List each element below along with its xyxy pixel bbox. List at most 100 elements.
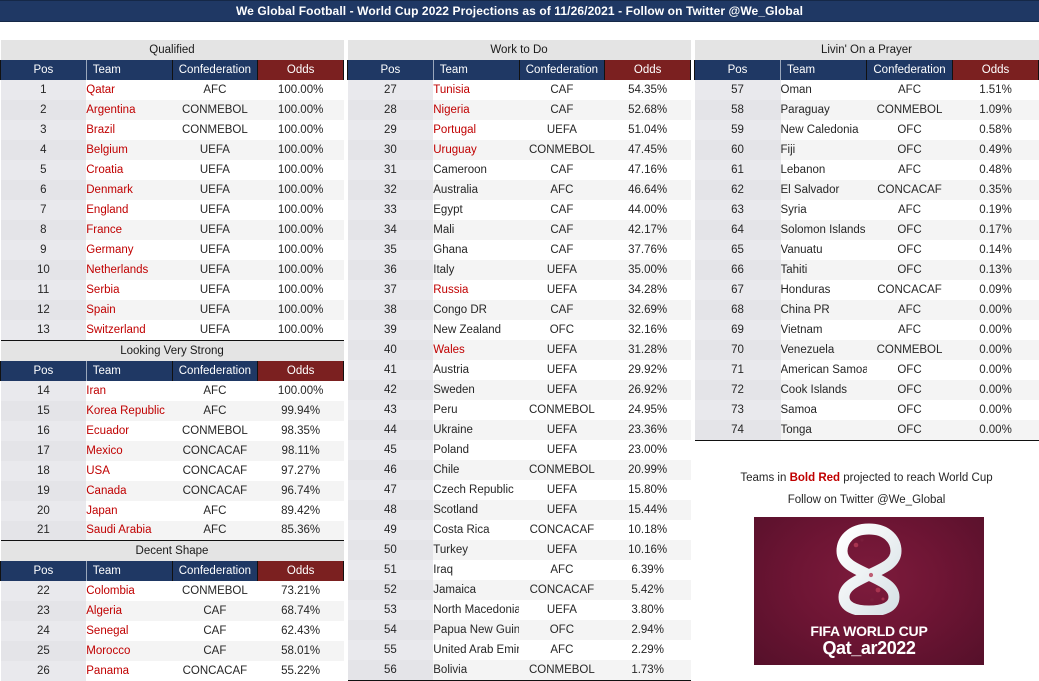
header-odds[interactable]: Odds <box>257 60 344 80</box>
header-team[interactable]: Team <box>85 561 172 581</box>
table-row[interactable]: 63 Syria AFC 0.19% <box>694 200 1039 220</box>
table-row[interactable]: 73 Samoa OFC 0.00% <box>694 400 1039 420</box>
table-row[interactable]: 66 Tahiti OFC 0.13% <box>694 260 1039 280</box>
header-pos[interactable]: Pos <box>347 60 434 80</box>
table-row[interactable]: 23 Algeria CAF 68.74% <box>0 601 344 621</box>
header-odds[interactable]: Odds <box>952 60 1039 80</box>
table-row[interactable]: 50 Turkey UEFA 10.16% <box>347 540 691 560</box>
header-team[interactable]: Team <box>85 360 172 381</box>
table-row[interactable]: 9 Germany UEFA 100.00% <box>0 240 344 260</box>
table-row[interactable]: 28 Nigeria CAF 52.68% <box>347 100 691 120</box>
table-row[interactable]: 15 Korea Republic AFC 99.94% <box>0 400 344 421</box>
table-row[interactable]: 13 Switzerland UEFA 100.00% <box>0 320 344 341</box>
header-team[interactable]: Team <box>85 60 172 80</box>
table-row[interactable]: 4 Belgium UEFA 100.00% <box>0 140 344 160</box>
header-confederation[interactable]: Confederation <box>518 60 605 80</box>
table-row[interactable]: 57 Oman AFC 1.51% <box>694 80 1039 100</box>
table-row[interactable]: 14 Iran AFC 100.00% <box>0 380 344 401</box>
table-row[interactable]: 58 Paraguay CONMEBOL 1.09% <box>694 100 1039 120</box>
table-row[interactable]: 33 Egypt CAF 44.00% <box>347 200 691 220</box>
table-row[interactable]: 48 Scotland UEFA 15.44% <box>347 500 691 520</box>
header-confederation[interactable]: Confederation <box>171 60 258 80</box>
header-pos[interactable]: Pos <box>0 360 87 381</box>
cell-confederation: CAF <box>550 164 574 176</box>
table-row[interactable]: 19 Canada CONCACAF 96.74% <box>0 480 344 501</box>
table-row[interactable]: 41 Austria UEFA 29.92% <box>347 360 691 380</box>
table-row[interactable]: 55United Arab Emirates AFC 2.29% <box>347 640 691 660</box>
table-row[interactable]: 20 Japan AFC 89.42% <box>0 500 344 521</box>
header-confederation[interactable]: Confederation <box>171 360 258 381</box>
table-row[interactable]: 68 China PR AFC 0.00% <box>694 300 1039 320</box>
table-row[interactable]: 38 Congo DR CAF 32.69% <box>347 300 691 320</box>
header-pos[interactable]: Pos <box>694 60 781 80</box>
table-row[interactable]: 8 France UEFA 100.00% <box>0 220 344 240</box>
table-row[interactable]: 46 Chile CONMEBOL 20.99% <box>347 460 691 480</box>
table-row[interactable]: 43 Peru CONMEBOL 24.95% <box>347 400 691 420</box>
table-row[interactable]: 35 Ghana CAF 37.76% <box>347 240 691 260</box>
table-row[interactable]: 56 Bolivia CONMEBOL 1.73% <box>347 660 691 681</box>
table-row[interactable]: 37 Russia UEFA 34.28% <box>347 280 691 300</box>
table-row[interactable]: 69 Vietnam AFC 0.00% <box>694 320 1039 340</box>
table-row[interactable]: 67 Honduras CONCACAF 0.09% <box>694 280 1039 300</box>
header-odds[interactable]: Odds <box>604 60 691 80</box>
table-row[interactable]: 53 North Macedonia UEFA 3.80% <box>347 600 691 620</box>
table-row[interactable]: 27 Tunisia CAF 54.35% <box>347 80 691 100</box>
table-row[interactable]: 40 Wales UEFA 31.28% <box>347 340 691 360</box>
table-row[interactable]: 45 Poland UEFA 23.00% <box>347 440 691 460</box>
table-row[interactable]: 62 El Salvador CONCACAF 0.35% <box>694 180 1039 200</box>
table-row[interactable]: 54Papua New GuineaOFC2.94% <box>347 620 691 640</box>
table-row[interactable]: 31 Cameroon CAF 47.16% <box>347 160 691 180</box>
table-row[interactable]: 21 Saudi Arabia AFC 85.36% <box>0 520 344 541</box>
table-row[interactable]: 25 Morocco CAF 58.01% <box>0 641 344 661</box>
table-row[interactable]: 70 Venezuela CONMEBOL 0.00% <box>694 340 1039 360</box>
table-row[interactable]: 16 Ecuador CONMEBOL 98.35% <box>0 420 344 441</box>
table-row[interactable]: 24 Senegal CAF 62.43% <box>0 621 344 641</box>
table-row[interactable]: 10 Netherlands UEFA 100.00% <box>0 260 344 280</box>
table-row[interactable]: 64 Solomon Islands OFC 0.17% <box>694 220 1039 240</box>
table-row[interactable]: 34 Mali CAF 42.17% <box>347 220 691 240</box>
table-row[interactable]: 59 New Caledonia OFC 0.58% <box>694 120 1039 140</box>
table-row[interactable]: 47 Czech Republic UEFA 15.80% <box>347 480 691 500</box>
header-team[interactable]: Team <box>780 60 867 80</box>
cell-pos: 70 <box>694 340 781 360</box>
table-row[interactable]: 30 Uruguay CONMEBOL 47.45% <box>347 140 691 160</box>
cell-pos: 23 <box>0 601 87 621</box>
cell-confederation: CONMEBOL <box>866 340 953 360</box>
table-row[interactable]: 11 Serbia UEFA 100.00% <box>0 280 344 300</box>
legend-prefix: Teams in <box>740 472 790 484</box>
table-row[interactable]: 2 Argentina CONMEBOL 100.00% <box>0 100 344 120</box>
table-row[interactable]: 74 Tonga OFC 0.00% <box>694 420 1039 441</box>
header-odds[interactable]: Odds <box>257 360 344 381</box>
table-row[interactable]: 26 Panama CONCACAF 55.22% <box>0 661 344 681</box>
table-row[interactable]: 6 Denmark UEFA 100.00% <box>0 180 344 200</box>
table-row[interactable]: 39 New Zealand OFC 32.16% <box>347 320 691 340</box>
header-odds[interactable]: Odds <box>257 561 344 581</box>
header-pos[interactable]: Pos <box>0 60 87 80</box>
table-row[interactable]: 44 Ukraine UEFA 23.36% <box>347 420 691 440</box>
table-row[interactable]: 36 Italy UEFA 35.00% <box>347 260 691 280</box>
table-row[interactable]: 32 Australia AFC 46.64% <box>347 180 691 200</box>
table-row[interactable]: 61 Lebanon AFC 0.48% <box>694 160 1039 180</box>
table-row[interactable]: 7 England UEFA 100.00% <box>0 200 344 220</box>
table-row[interactable]: 22 Colombia CONMEBOL 73.21% <box>0 581 344 601</box>
header-pos[interactable]: Pos <box>0 561 87 581</box>
table-row[interactable]: 49 Costa Rica CONCACAF 10.18% <box>347 520 691 540</box>
table-row[interactable]: 18 USA CONCACAF 97.27% <box>0 460 344 481</box>
table-row[interactable]: 1 Qatar AFC 100.00% <box>0 80 344 100</box>
header-team[interactable]: Team <box>432 60 519 80</box>
table-row[interactable]: 5 Croatia UEFA 100.00% <box>0 160 344 180</box>
table-row[interactable]: 17 Mexico CONCACAF 98.11% <box>0 440 344 461</box>
table-row[interactable]: 29 Portugal UEFA 51.04% <box>347 120 691 140</box>
header-confederation[interactable]: Confederation <box>171 561 258 581</box>
table-row[interactable]: 42 Sweden UEFA 26.92% <box>347 380 691 400</box>
cell-team: Jamaica <box>433 580 519 600</box>
table-row[interactable]: 65 Vanuatu OFC 0.14% <box>694 240 1039 260</box>
table-row[interactable]: 72 Cook Islands OFC 0.00% <box>694 380 1039 400</box>
table-row[interactable]: 51 Iraq AFC 6.39% <box>347 560 691 580</box>
table-row[interactable]: 12 Spain UEFA 100.00% <box>0 300 344 320</box>
table-row[interactable]: 60 Fiji OFC 0.49% <box>694 140 1039 160</box>
table-row[interactable]: 52 Jamaica CONCACAF 5.42% <box>347 580 691 600</box>
table-row[interactable]: 3 Brazil CONMEBOL 100.00% <box>0 120 344 140</box>
header-confederation[interactable]: Confederation <box>866 60 953 80</box>
table-row[interactable]: 71 American Samoa OFC 0.00% <box>694 360 1039 380</box>
